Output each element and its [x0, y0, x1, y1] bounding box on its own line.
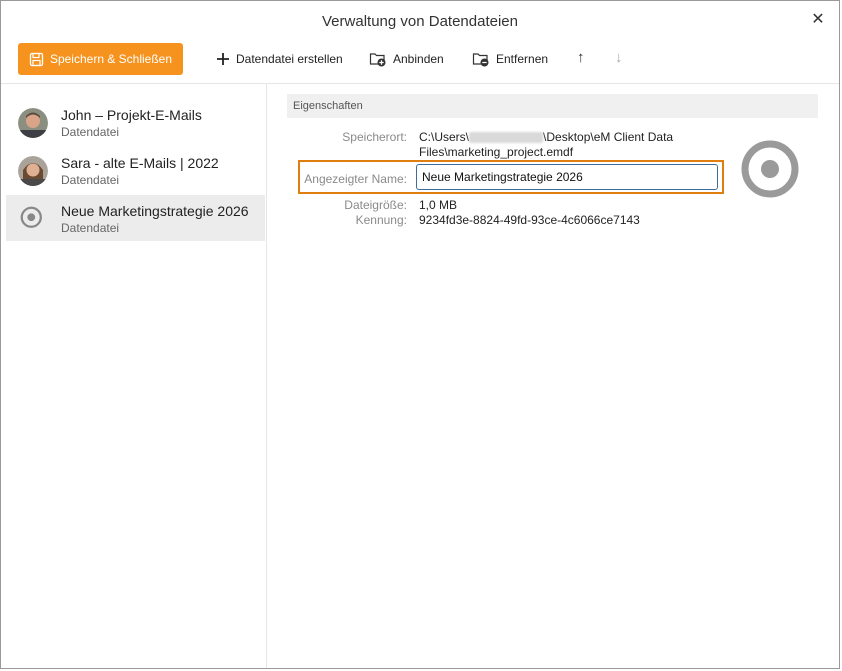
window-title: Verwaltung von Datendateien [322, 13, 518, 30]
display-name-input[interactable] [416, 164, 718, 190]
list-item-title: Neue Marketingstrategie 2026 [61, 203, 249, 219]
list-item-title: Sara - alte E-Mails | 2022 [61, 155, 219, 171]
location-suffix: \Desktop\eM Client Data [543, 130, 674, 144]
file-size-label: Dateigröße: [344, 198, 407, 212]
save-and-close-button[interactable]: Speichern & Schließen [18, 43, 183, 75]
attach-button[interactable]: Anbinden [369, 43, 444, 75]
folder-minus-icon [472, 53, 489, 67]
avatar [18, 108, 48, 138]
list-item-subtitle: Datendatei [61, 221, 120, 235]
list-item[interactable]: John – Projekt-E-Mails Datendatei [6, 99, 265, 145]
create-button-label: Datendatei erstellen [236, 52, 343, 66]
save-button-label: Speichern & Schließen [49, 52, 173, 66]
plus-icon [217, 53, 229, 65]
display-name-label: Angezeigter Name: [304, 172, 407, 186]
location-prefix: C:\Users\ [419, 130, 470, 144]
target-icon [20, 206, 42, 228]
attach-button-label: Anbinden [393, 52, 444, 66]
properties-panel: Eigenschaften Speicherort: C:\Users\ \Des… [267, 84, 841, 668]
remove-button[interactable]: Entfernen [472, 43, 548, 75]
folder-plus-icon [369, 53, 386, 67]
identifier-value: 9234fd3e-8824-49fd-93ce-4c6066ce7143 [419, 213, 640, 227]
avatar [18, 156, 48, 186]
properties-header: Eigenschaften [287, 94, 818, 118]
file-size-value: 1,0 MB [419, 198, 458, 212]
list-item-subtitle: Datendatei [61, 173, 120, 187]
create-data-file-button[interactable]: Datendatei erstellen [216, 43, 343, 75]
close-icon[interactable]: ✕ [809, 11, 827, 29]
data-file-manager-window: Verwaltung von Datendateien ✕ Speichern … [0, 0, 840, 669]
list-item[interactable]: Sara - alte E-Mails | 2022 Datendatei [6, 147, 265, 193]
save-icon [29, 52, 44, 66]
location-value: C:\Users\ \Desktop\eM Client Data [419, 130, 673, 144]
identifier-label: Kennung: [355, 213, 407, 227]
data-file-target-icon [741, 140, 799, 198]
list-item-title: John – Projekt-E-Mails [61, 107, 202, 123]
redacted-username [469, 132, 544, 144]
list-item[interactable]: Neue Marketingstrategie 2026 Datendatei [6, 195, 265, 241]
toolbar: Speichern & Schließen Datendatei erstell… [1, 41, 839, 84]
remove-button-label: Entfernen [496, 52, 549, 66]
move-down-icon[interactable]: ↓ [615, 49, 623, 66]
list-item-subtitle: Datendatei [61, 125, 120, 139]
move-up-icon[interactable]: ↑ [577, 49, 585, 66]
location-label: Speicherort: [342, 130, 407, 144]
location-value-line2: Files\marketing_project.emdf [419, 145, 574, 159]
data-file-list: John – Projekt-E-Mails Datendatei Sara -… [1, 84, 267, 668]
